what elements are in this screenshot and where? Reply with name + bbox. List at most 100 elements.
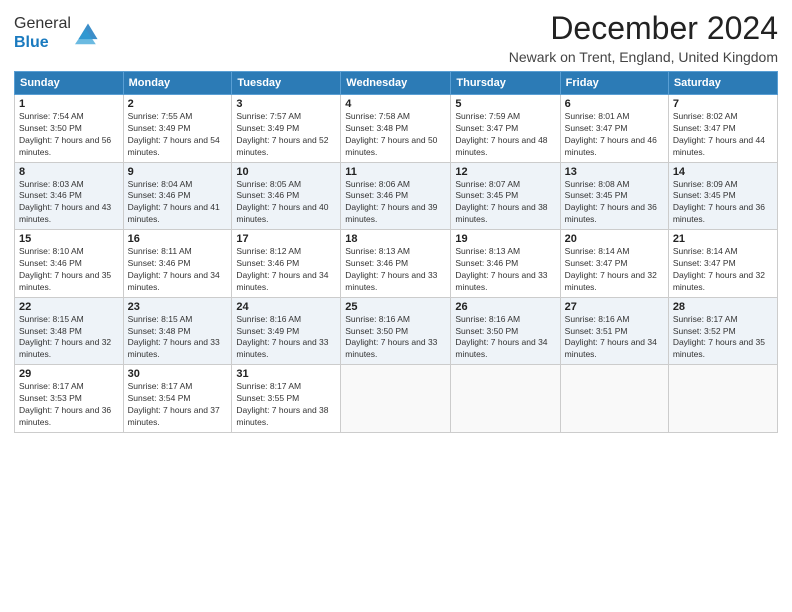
calendar-cell: 22Sunrise: 8:15 AMSunset: 3:48 PMDayligh…	[15, 297, 124, 365]
page: General Blue December 2024 Newark on Tre…	[0, 0, 792, 612]
day-info: Sunrise: 8:03 AMSunset: 3:46 PMDaylight:…	[19, 179, 119, 227]
calendar-cell: 9Sunrise: 8:04 AMSunset: 3:46 PMDaylight…	[123, 162, 232, 230]
calendar-week-2: 8Sunrise: 8:03 AMSunset: 3:46 PMDaylight…	[15, 162, 778, 230]
calendar-cell: 19Sunrise: 8:13 AMSunset: 3:46 PMDayligh…	[451, 230, 560, 298]
day-number: 17	[236, 233, 336, 245]
day-info: Sunrise: 8:16 AMSunset: 3:49 PMDaylight:…	[236, 314, 336, 362]
col-saturday: Saturday	[668, 72, 777, 95]
calendar-week-1: 1Sunrise: 7:54 AMSunset: 3:50 PMDaylight…	[15, 95, 778, 163]
day-info: Sunrise: 8:17 AMSunset: 3:55 PMDaylight:…	[236, 381, 336, 429]
calendar-cell: 26Sunrise: 8:16 AMSunset: 3:50 PMDayligh…	[451, 297, 560, 365]
calendar-cell: 10Sunrise: 8:05 AMSunset: 3:46 PMDayligh…	[232, 162, 341, 230]
day-info: Sunrise: 8:07 AMSunset: 3:45 PMDaylight:…	[455, 179, 555, 227]
day-info: Sunrise: 8:14 AMSunset: 3:47 PMDaylight:…	[673, 246, 773, 294]
calendar-cell: 31Sunrise: 8:17 AMSunset: 3:55 PMDayligh…	[232, 365, 341, 433]
day-info: Sunrise: 8:16 AMSunset: 3:50 PMDaylight:…	[345, 314, 446, 362]
day-number: 3	[236, 98, 336, 110]
header-row: Sunday Monday Tuesday Wednesday Thursday…	[15, 72, 778, 95]
day-info: Sunrise: 7:57 AMSunset: 3:49 PMDaylight:…	[236, 111, 336, 159]
calendar-cell: 11Sunrise: 8:06 AMSunset: 3:46 PMDayligh…	[341, 162, 451, 230]
calendar-cell: 6Sunrise: 8:01 AMSunset: 3:47 PMDaylight…	[560, 95, 668, 163]
logo-blue: Blue	[14, 33, 71, 52]
day-number: 11	[345, 166, 446, 178]
day-number: 6	[565, 98, 664, 110]
day-number: 19	[455, 233, 555, 245]
calendar-cell: 3Sunrise: 7:57 AMSunset: 3:49 PMDaylight…	[232, 95, 341, 163]
calendar-cell: 1Sunrise: 7:54 AMSunset: 3:50 PMDaylight…	[15, 95, 124, 163]
calendar-cell: 13Sunrise: 8:08 AMSunset: 3:45 PMDayligh…	[560, 162, 668, 230]
day-info: Sunrise: 8:12 AMSunset: 3:46 PMDaylight:…	[236, 246, 336, 294]
day-number: 10	[236, 166, 336, 178]
calendar-cell	[451, 365, 560, 433]
day-number: 13	[565, 166, 664, 178]
day-number: 5	[455, 98, 555, 110]
calendar-cell: 12Sunrise: 8:07 AMSunset: 3:45 PMDayligh…	[451, 162, 560, 230]
day-info: Sunrise: 8:16 AMSunset: 3:50 PMDaylight:…	[455, 314, 555, 362]
day-number: 4	[345, 98, 446, 110]
title-area: December 2024 Newark on Trent, England, …	[509, 10, 778, 65]
calendar-cell: 7Sunrise: 8:02 AMSunset: 3:47 PMDaylight…	[668, 95, 777, 163]
calendar-cell: 23Sunrise: 8:15 AMSunset: 3:48 PMDayligh…	[123, 297, 232, 365]
day-number: 9	[128, 166, 228, 178]
calendar-cell	[668, 365, 777, 433]
month-title: December 2024	[509, 10, 778, 47]
subtitle: Newark on Trent, England, United Kingdom	[509, 49, 778, 65]
day-info: Sunrise: 8:17 AMSunset: 3:54 PMDaylight:…	[128, 381, 228, 429]
day-info: Sunrise: 8:14 AMSunset: 3:47 PMDaylight:…	[565, 246, 664, 294]
calendar-cell: 5Sunrise: 7:59 AMSunset: 3:47 PMDaylight…	[451, 95, 560, 163]
day-number: 16	[128, 233, 228, 245]
day-number: 2	[128, 98, 228, 110]
logo-icon	[75, 20, 101, 46]
day-number: 27	[565, 301, 664, 313]
calendar-cell: 30Sunrise: 8:17 AMSunset: 3:54 PMDayligh…	[123, 365, 232, 433]
calendar-cell	[560, 365, 668, 433]
day-number: 20	[565, 233, 664, 245]
calendar-cell: 15Sunrise: 8:10 AMSunset: 3:46 PMDayligh…	[15, 230, 124, 298]
day-number: 8	[19, 166, 119, 178]
calendar-cell: 18Sunrise: 8:13 AMSunset: 3:46 PMDayligh…	[341, 230, 451, 298]
day-info: Sunrise: 8:05 AMSunset: 3:46 PMDaylight:…	[236, 179, 336, 227]
col-friday: Friday	[560, 72, 668, 95]
day-info: Sunrise: 8:15 AMSunset: 3:48 PMDaylight:…	[128, 314, 228, 362]
calendar-cell: 20Sunrise: 8:14 AMSunset: 3:47 PMDayligh…	[560, 230, 668, 298]
day-number: 31	[236, 368, 336, 380]
day-info: Sunrise: 8:01 AMSunset: 3:47 PMDaylight:…	[565, 111, 664, 159]
calendar-cell: 29Sunrise: 8:17 AMSunset: 3:53 PMDayligh…	[15, 365, 124, 433]
logo-general: General	[14, 14, 71, 33]
calendar-week-4: 22Sunrise: 8:15 AMSunset: 3:48 PMDayligh…	[15, 297, 778, 365]
logo-text: General Blue	[14, 14, 71, 52]
day-info: Sunrise: 7:59 AMSunset: 3:47 PMDaylight:…	[455, 111, 555, 159]
day-number: 26	[455, 301, 555, 313]
calendar-cell	[341, 365, 451, 433]
day-number: 23	[128, 301, 228, 313]
day-number: 12	[455, 166, 555, 178]
day-info: Sunrise: 8:09 AMSunset: 3:45 PMDaylight:…	[673, 179, 773, 227]
day-info: Sunrise: 8:11 AMSunset: 3:46 PMDaylight:…	[128, 246, 228, 294]
day-number: 24	[236, 301, 336, 313]
calendar-week-5: 29Sunrise: 8:17 AMSunset: 3:53 PMDayligh…	[15, 365, 778, 433]
calendar-cell: 2Sunrise: 7:55 AMSunset: 3:49 PMDaylight…	[123, 95, 232, 163]
col-wednesday: Wednesday	[341, 72, 451, 95]
day-number: 21	[673, 233, 773, 245]
day-info: Sunrise: 8:02 AMSunset: 3:47 PMDaylight:…	[673, 111, 773, 159]
day-number: 15	[19, 233, 119, 245]
calendar-week-3: 15Sunrise: 8:10 AMSunset: 3:46 PMDayligh…	[15, 230, 778, 298]
day-info: Sunrise: 7:58 AMSunset: 3:48 PMDaylight:…	[345, 111, 446, 159]
day-number: 28	[673, 301, 773, 313]
day-info: Sunrise: 8:13 AMSunset: 3:46 PMDaylight:…	[345, 246, 446, 294]
calendar-cell: 28Sunrise: 8:17 AMSunset: 3:52 PMDayligh…	[668, 297, 777, 365]
day-number: 1	[19, 98, 119, 110]
day-info: Sunrise: 8:15 AMSunset: 3:48 PMDaylight:…	[19, 314, 119, 362]
calendar-cell: 27Sunrise: 8:16 AMSunset: 3:51 PMDayligh…	[560, 297, 668, 365]
day-info: Sunrise: 8:16 AMSunset: 3:51 PMDaylight:…	[565, 314, 664, 362]
day-info: Sunrise: 8:06 AMSunset: 3:46 PMDaylight:…	[345, 179, 446, 227]
day-number: 25	[345, 301, 446, 313]
col-sunday: Sunday	[15, 72, 124, 95]
header: General Blue December 2024 Newark on Tre…	[14, 10, 778, 65]
col-tuesday: Tuesday	[232, 72, 341, 95]
day-number: 22	[19, 301, 119, 313]
day-info: Sunrise: 8:10 AMSunset: 3:46 PMDaylight:…	[19, 246, 119, 294]
calendar-cell: 4Sunrise: 7:58 AMSunset: 3:48 PMDaylight…	[341, 95, 451, 163]
calendar-cell: 21Sunrise: 8:14 AMSunset: 3:47 PMDayligh…	[668, 230, 777, 298]
calendar: Sunday Monday Tuesday Wednesday Thursday…	[14, 71, 778, 433]
